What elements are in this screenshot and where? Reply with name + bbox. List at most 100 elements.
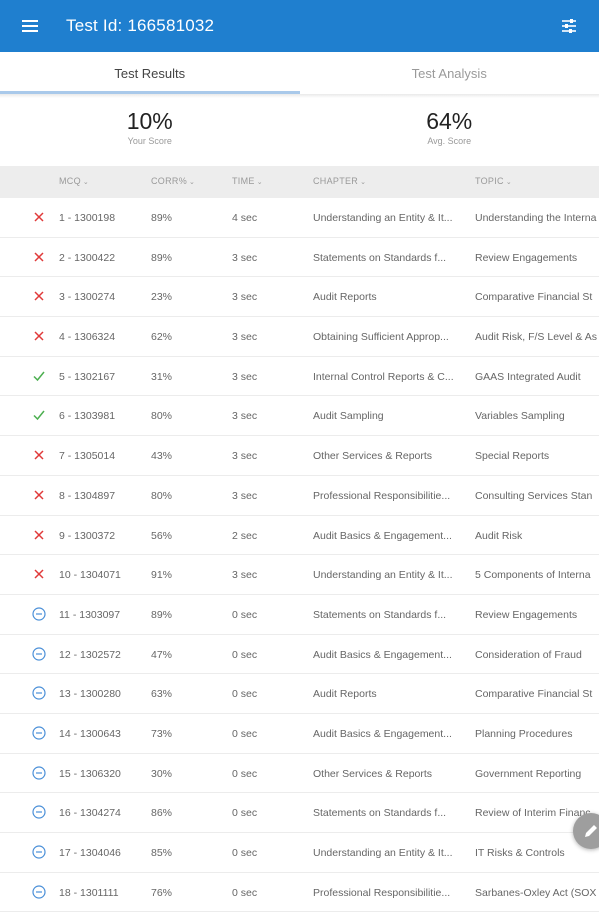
menu-icon xyxy=(22,20,38,32)
topic: Understanding the Interna xyxy=(475,212,599,224)
topic: GAAS Integrated Audit xyxy=(475,371,599,383)
page-title: Test Id: 166581032 xyxy=(66,16,539,36)
table-row[interactable]: 4 - 130632462%3 secObtaining Sufficient … xyxy=(0,317,599,357)
correct-percent: 62% xyxy=(151,331,172,343)
header-time[interactable]: TIME⌄ xyxy=(232,176,263,186)
question-id: 15 - 1306320 xyxy=(59,768,121,780)
your-score-label: Your Score xyxy=(0,136,300,146)
skipped-circle-icon xyxy=(32,805,46,819)
correct-percent: 89% xyxy=(151,212,172,224)
header-corr-label: CORR% xyxy=(151,176,187,186)
topic: Review Engagements xyxy=(475,609,599,621)
question-id: 11 - 1303097 xyxy=(59,609,120,621)
table-row[interactable]: 14 - 130064373%0 secAudit Basics & Engag… xyxy=(0,714,599,754)
correct-percent: 31% xyxy=(151,371,172,383)
question-id: 1 - 1300198 xyxy=(59,212,115,224)
table-row[interactable]: 9 - 130037256%2 secAudit Basics & Engage… xyxy=(0,516,599,556)
header-chapter[interactable]: CHAPTER⌄ xyxy=(313,176,366,186)
tab-test-results[interactable]: Test Results xyxy=(0,52,300,94)
question-id: 4 - 1306324 xyxy=(59,331,115,343)
header-chapter-label: CHAPTER xyxy=(313,176,358,186)
chevron-down-icon: ⌄ xyxy=(257,179,263,186)
time-spent: 3 sec xyxy=(232,291,257,303)
time-spent: 0 sec xyxy=(232,887,257,899)
incorrect-x-icon xyxy=(32,289,46,303)
question-id: 16 - 1304274 xyxy=(59,807,121,819)
topic: Review Engagements xyxy=(475,252,599,264)
topic: Comparative Financial St xyxy=(475,688,599,700)
table-row[interactable]: 2 - 130042289%3 secStatements on Standar… xyxy=(0,238,599,278)
table-row[interactable]: 13 - 130028063%0 secAudit ReportsCompara… xyxy=(0,674,599,714)
your-score-value: 10% xyxy=(0,108,300,135)
chapter: Audit Reports xyxy=(313,291,463,303)
question-id: 7 - 1305014 xyxy=(59,450,115,462)
table-row[interactable]: 15 - 130632030%0 secOther Services & Rep… xyxy=(0,754,599,794)
correct-percent: 43% xyxy=(151,450,172,462)
table-row[interactable]: 17 - 130404685%0 secUnderstanding an Ent… xyxy=(0,833,599,873)
chapter: Professional Responsibilitie... xyxy=(313,490,463,502)
correct-percent: 85% xyxy=(151,847,172,859)
table-row[interactable]: 3 - 130027423%3 secAudit ReportsComparat… xyxy=(0,277,599,317)
table-row[interactable]: 1 - 130019889%4 secUnderstanding an Enti… xyxy=(0,198,599,238)
table-row[interactable]: 7 - 130501443%3 secOther Services & Repo… xyxy=(0,436,599,476)
time-spent: 3 sec xyxy=(232,331,257,343)
header-topic[interactable]: TOPIC⌄ xyxy=(475,176,512,186)
chevron-down-icon: ⌄ xyxy=(506,179,512,186)
time-spent: 4 sec xyxy=(232,212,257,224)
correct-percent: 63% xyxy=(151,688,172,700)
table-row[interactable]: 18 - 130111176%0 secProfessional Respons… xyxy=(0,873,599,912)
correct-percent: 91% xyxy=(151,569,172,581)
skipped-circle-icon xyxy=(32,647,46,661)
skipped-circle-icon xyxy=(32,607,46,621)
incorrect-x-icon xyxy=(32,250,46,264)
score-summary: 10% Your Score 64% Avg. Score xyxy=(0,98,599,166)
time-spent: 3 sec xyxy=(232,569,257,581)
chapter: Audit Basics & Engagement... xyxy=(313,728,463,740)
chapter: Audit Reports xyxy=(313,688,463,700)
chapter: Other Services & Reports xyxy=(313,450,463,462)
table-row[interactable]: 16 - 130427486%0 secStatements on Standa… xyxy=(0,793,599,833)
correct-percent: 47% xyxy=(151,649,172,661)
correct-percent: 56% xyxy=(151,530,172,542)
incorrect-x-icon xyxy=(32,488,46,502)
filter-sliders-icon xyxy=(561,18,577,34)
time-spent: 3 sec xyxy=(232,490,257,502)
question-id: 10 - 1304071 xyxy=(59,569,121,581)
header-corr[interactable]: CORR%⌄ xyxy=(151,176,195,186)
question-id: 2 - 1300422 xyxy=(59,252,115,264)
correct-percent: 30% xyxy=(151,768,172,780)
time-spent: 3 sec xyxy=(232,410,257,422)
table-row[interactable]: 11 - 130309789%0 secStatements on Standa… xyxy=(0,595,599,635)
correct-percent: 89% xyxy=(151,252,172,264)
skipped-circle-icon xyxy=(32,885,46,899)
correct-percent: 76% xyxy=(151,887,172,899)
table-row[interactable]: 12 - 130257247%0 secAudit Basics & Engag… xyxy=(0,635,599,675)
correct-check-icon xyxy=(32,369,46,383)
time-spent: 0 sec xyxy=(232,688,257,700)
topic: Audit Risk, F/S Level & As xyxy=(475,331,599,343)
time-spent: 0 sec xyxy=(232,768,257,780)
time-spent: 2 sec xyxy=(232,530,257,542)
table-row[interactable]: 6 - 130398180%3 secAudit SamplingVariabl… xyxy=(0,396,599,436)
menu-button[interactable] xyxy=(0,0,60,52)
correct-percent: 80% xyxy=(151,410,172,422)
topic: Special Reports xyxy=(475,450,599,462)
chapter: Audit Basics & Engagement... xyxy=(313,649,463,661)
filter-button[interactable] xyxy=(539,0,599,52)
avg-score-value: 64% xyxy=(300,108,599,135)
table-header: MCQ⌄ CORR%⌄ TIME⌄ CHAPTER⌄ TOPIC⌄ xyxy=(0,166,599,198)
header-mcq[interactable]: MCQ⌄ xyxy=(59,176,89,186)
time-spent: 0 sec xyxy=(232,807,257,819)
avg-score: 64% Avg. Score xyxy=(300,98,599,166)
table-row[interactable]: 8 - 130489780%3 secProfessional Responsi… xyxy=(0,476,599,516)
tab-test-analysis[interactable]: Test Analysis xyxy=(300,52,599,94)
skipped-circle-icon xyxy=(32,845,46,859)
correct-check-icon xyxy=(32,408,46,422)
topic: Government Reporting xyxy=(475,768,599,780)
table-row[interactable]: 5 - 130216731%3 secInternal Control Repo… xyxy=(0,357,599,397)
question-id: 6 - 1303981 xyxy=(59,410,115,422)
question-id: 17 - 1304046 xyxy=(59,847,121,859)
correct-percent: 80% xyxy=(151,490,172,502)
table-row[interactable]: 10 - 130407191%3 secUnderstanding an Ent… xyxy=(0,555,599,595)
correct-percent: 86% xyxy=(151,807,172,819)
